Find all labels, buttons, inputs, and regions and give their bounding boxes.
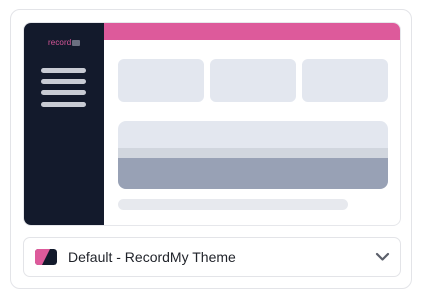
preview-panel-divider [118,148,388,158]
preview-menu-line [41,68,86,73]
preview-tile [210,59,296,102]
preview-tile [118,59,204,102]
preview-logo: record [48,38,81,47]
preview-menu-line [41,79,86,84]
theme-select[interactable]: Default - RecordMy Theme [23,237,401,277]
preview-menu-line [41,90,86,95]
preview-logo-mark [72,40,81,46]
preview-menu-line [41,102,86,107]
chevron-down-icon[interactable] [375,251,390,263]
theme-card: record Default - RecordMy Theme [10,9,412,289]
theme-select-value: Default - RecordMy Theme [68,249,236,265]
preview-logo-text: record [48,38,72,47]
preview-topbar [104,23,400,40]
preview-panel [118,121,388,189]
preview-sidebar: record [24,23,104,225]
preview-tile [302,59,388,102]
preview-panel-footer [118,158,388,189]
preview-placeholder-bar [118,199,348,210]
theme-preview[interactable]: record [23,22,401,226]
theme-swatch-icon [35,249,57,265]
